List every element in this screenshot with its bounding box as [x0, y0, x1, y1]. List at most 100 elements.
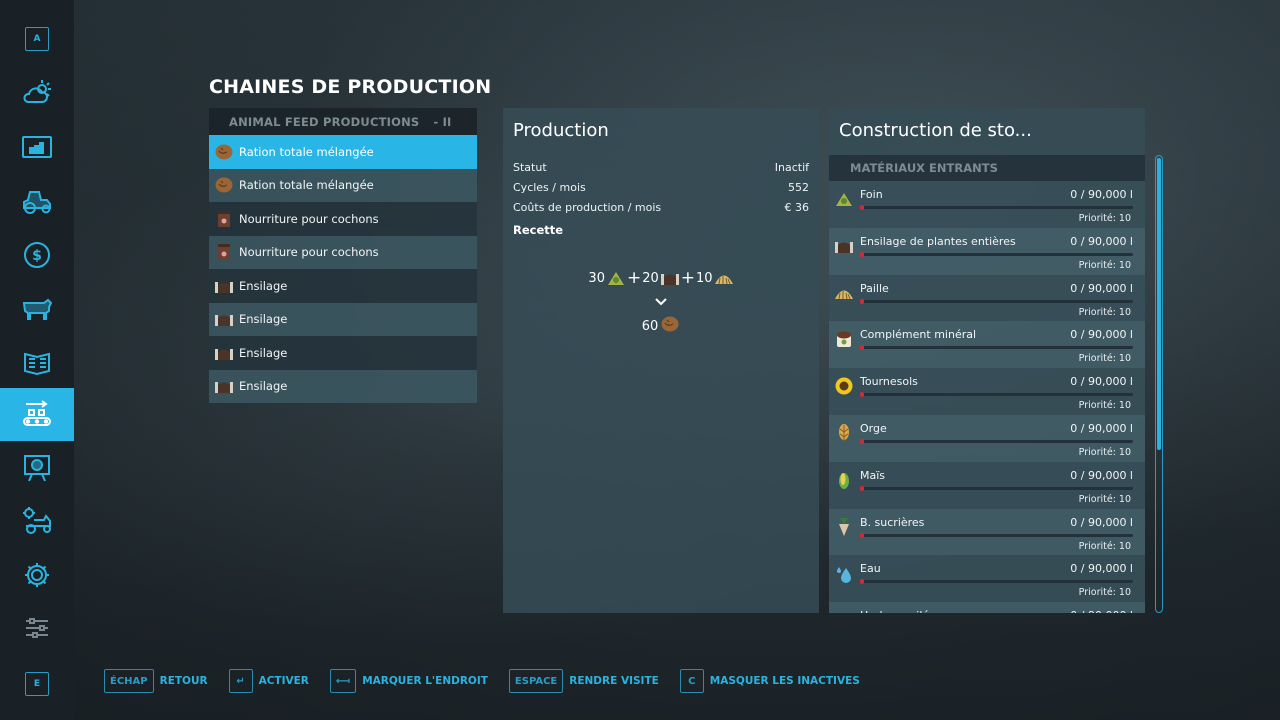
costs-value: € 36 — [784, 201, 810, 214]
input-material-row[interactable]: Complément minéral 0 / 90,000 l Priorité… — [829, 321, 1145, 369]
sidebar-item-production[interactable] — [0, 388, 74, 441]
production-list-item[interactable]: Nourriture pour cochons — [209, 202, 477, 236]
input-material-row[interactable]: Maïs 0 / 90,000 l Priorité: 10 — [829, 461, 1145, 509]
scrollbar-thumb[interactable] — [1157, 158, 1161, 450]
sugarbeet-icon — [834, 517, 854, 537]
costs-row: Coûts de production / mois € 36 — [513, 201, 809, 214]
recipe-output-amount: 60 — [641, 318, 659, 334]
mark-location-button[interactable]: ⟻ MARQUER L'ENDROIT — [329, 669, 488, 693]
production-list: ANIMAL FEED PRODUCTIONS - II Ration tota… — [209, 108, 477, 403]
material-priority[interactable]: Priorité: 10 — [1079, 400, 1131, 411]
production-icon — [23, 399, 51, 426]
material-name: Maïs — [860, 468, 886, 482]
sidebar-item-controls[interactable] — [0, 601, 74, 654]
material-name: Orge — [860, 421, 887, 435]
production-item-label: Nourriture pour cochons — [239, 245, 379, 260]
fill-level-indicator — [860, 298, 864, 304]
fill-level-indicator — [860, 579, 864, 585]
material-amount: 0 / 90,000 l — [1070, 562, 1133, 576]
material-priority[interactable]: Priorité: 10 — [1079, 587, 1131, 598]
input-material-row[interactable]: Tournesols 0 / 90,000 l Priorité: 10 — [829, 368, 1145, 415]
material-name: Paille — [860, 281, 889, 295]
production-list-item[interactable]: Ensilage — [209, 269, 477, 303]
input-material-row[interactable]: Orge 0 / 90,000 l Priorité: 10 — [829, 414, 1145, 462]
group-name: ANIMAL FEED PRODUCTIONS — [229, 114, 420, 129]
material-priority[interactable]: Priorité: 10 — [1079, 260, 1131, 271]
material-priority[interactable]: Priorité: 10 — [1079, 213, 1131, 224]
input-material-row[interactable]: Herbe ensilée 0 / 90,000 l Priorité: 10 — [829, 602, 1145, 613]
straw-icon — [714, 269, 734, 287]
visit-button[interactable]: ESPACE RENDRE VISITE — [508, 669, 659, 693]
material-priority[interactable]: Priorité: 10 — [1079, 541, 1131, 552]
sidebar-item-tutorial[interactable] — [0, 441, 74, 494]
input-material-row[interactable]: B. sucrières 0 / 90,000 l Priorité: 10 — [829, 508, 1145, 556]
contracts-icon — [24, 352, 50, 375]
sidebar-item-animals[interactable] — [0, 281, 74, 334]
material-priority[interactable]: Priorité: 10 — [1079, 353, 1131, 364]
silage-icon — [214, 309, 234, 329]
input-material-row[interactable]: Ensilage de plantes entières 0 / 90,000 … — [829, 227, 1145, 275]
material-amount: 0 / 90,000 l — [1070, 375, 1133, 389]
silage-icon — [214, 376, 234, 396]
fill-level-indicator — [860, 485, 864, 491]
sidebar-key-hint-a[interactable]: A — [0, 12, 74, 65]
material-amount: 0 / 90,000 l — [1070, 234, 1133, 248]
sidebar-item-vehicles[interactable] — [0, 174, 74, 227]
production-group-header: ANIMAL FEED PRODUCTIONS - II — [209, 108, 477, 135]
sidebar: A $ E — [0, 0, 74, 720]
sidebar-item-weather[interactable] — [0, 66, 74, 119]
hay-icon — [834, 189, 854, 209]
svg-text:$: $ — [32, 248, 42, 264]
production-item-label: Ensilage — [239, 345, 288, 360]
production-list-item[interactable]: Ration totale mélangée — [209, 135, 477, 169]
finances-icon: $ — [24, 241, 50, 268]
status-value: Inactif — [774, 161, 809, 174]
vehicle-settings-icon — [23, 506, 51, 534]
sidebar-item-finances[interactable]: $ — [0, 228, 74, 281]
fill-level-bar — [860, 205, 1133, 210]
hay-icon — [606, 269, 626, 287]
material-priority[interactable]: Priorité: 10 — [1079, 447, 1131, 458]
input-material-row[interactable]: Eau 0 / 90,000 l Priorité: 10 — [829, 555, 1145, 603]
sidebar-item-statistics[interactable] — [0, 121, 74, 174]
input-materials-list: Foin 0 / 90,000 l Priorité: 10 Ensilage … — [829, 181, 1145, 613]
back-button[interactable]: ÉCHAP RETOUR — [104, 669, 208, 693]
fill-level-bar — [860, 251, 1133, 257]
tmr-icon — [214, 142, 234, 162]
sidebar-key-hint-e[interactable]: E — [0, 657, 74, 710]
sidebar-item-vehicle-config[interactable] — [0, 494, 74, 547]
plus-sign: + — [680, 268, 696, 288]
storage-scrollbar[interactable] — [1155, 155, 1163, 613]
plus-sign: + — [626, 268, 642, 288]
statistics-icon — [22, 135, 52, 158]
key-a-icon: A — [25, 26, 49, 51]
recipe-input-amount: 20 — [642, 270, 659, 286]
tutorial-icon — [24, 454, 50, 481]
material-priority[interactable]: Priorité: 10 — [1079, 307, 1131, 318]
production-list-item[interactable]: Ensilage — [209, 369, 477, 403]
activate-button[interactable]: ↵ ACTIVER — [228, 669, 309, 693]
storage-panel: Construction de sto... MATÉRIAUX ENTRANT… — [829, 108, 1145, 613]
sunflower-icon — [834, 376, 854, 396]
production-list-item[interactable]: Ration totale mélangée — [209, 168, 477, 202]
maize-icon — [834, 470, 854, 490]
recipe-arrow — [503, 292, 819, 311]
pig-food-icon — [214, 242, 234, 262]
fill-level-bar — [860, 392, 1133, 398]
fill-level-indicator — [860, 205, 864, 210]
input-material-row[interactable]: Paille 0 / 90,000 l Priorité: 10 — [829, 274, 1145, 322]
material-amount: 0 / 90,000 l — [1070, 328, 1133, 342]
silage-icon — [660, 269, 680, 287]
production-list-item[interactable]: Ensilage — [209, 336, 477, 370]
action-label: RENDRE VISITE — [569, 675, 659, 687]
material-priority[interactable]: Priorité: 10 — [1079, 494, 1131, 505]
sidebar-item-contracts[interactable] — [0, 335, 74, 388]
grass-icon — [834, 610, 854, 613]
controls-icon — [26, 617, 48, 638]
sidebar-item-settings[interactable] — [0, 548, 74, 601]
production-list-item[interactable]: Ensilage — [209, 302, 477, 336]
production-list-item[interactable]: Nourriture pour cochons — [209, 235, 477, 269]
hide-inactive-button[interactable]: C MASQUER LES INACTIVES — [679, 669, 860, 693]
tmr-icon — [214, 175, 234, 195]
input-material-row[interactable]: Foin 0 / 90,000 l Priorité: 10 — [829, 181, 1145, 228]
